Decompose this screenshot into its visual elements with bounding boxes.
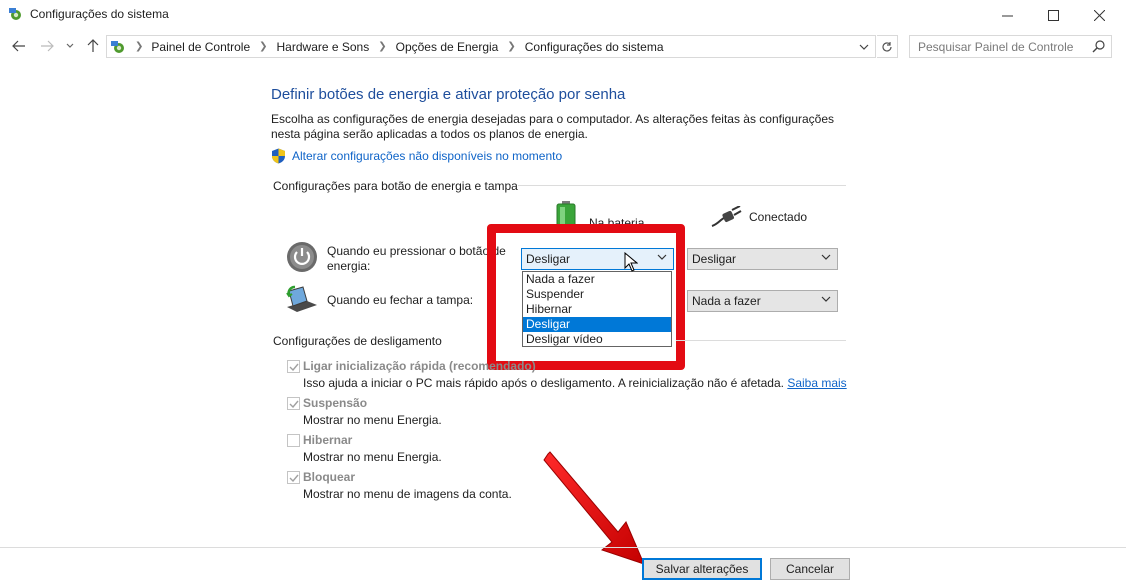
annotation-highlight-box xyxy=(487,224,685,370)
power-button-icon xyxy=(287,242,317,272)
hibernate-checkbox[interactable] xyxy=(287,434,300,447)
unavailable-settings-link-text[interactable]: Alterar configurações não disponíveis no… xyxy=(292,149,562,163)
back-arrow-icon xyxy=(12,40,25,52)
forward-button[interactable] xyxy=(38,37,56,55)
cancel-button[interactable]: Cancelar xyxy=(770,558,850,580)
control-panel-icon xyxy=(9,8,21,20)
control-panel-icon xyxy=(111,41,124,53)
power-button-plugged-select[interactable]: Desligar xyxy=(687,248,838,270)
lid-close-plugged-select[interactable]: Nada a fazer xyxy=(687,290,838,312)
page-description: Escolha as configurações de energia dese… xyxy=(271,112,835,141)
back-button[interactable] xyxy=(10,37,28,55)
unavailable-settings-link[interactable]: Alterar configurações não disponíveis no… xyxy=(271,148,562,164)
minimize-button[interactable] xyxy=(984,0,1030,30)
chevron-right-icon[interactable]: ❯ xyxy=(135,41,143,52)
breadcrumb: ❯ Painel de Controle ❯ Hardware e Sons ❯… xyxy=(133,36,664,57)
fast-startup-description: Isso ajuda a iniciar o PC mais rápido ap… xyxy=(303,376,847,390)
sleep-checkbox[interactable] xyxy=(287,397,300,410)
minimize-icon xyxy=(1001,15,1013,16)
maximize-button[interactable] xyxy=(1030,0,1076,30)
power-plug-icon xyxy=(711,206,742,227)
close-icon xyxy=(1093,9,1105,21)
window-title: Configurações do sistema xyxy=(30,7,169,21)
hibernate-description: Mostrar no menu Energia. xyxy=(303,450,442,464)
divider xyxy=(676,340,846,341)
breadcrumb-item[interactable]: Opções de Energia xyxy=(396,40,499,54)
up-button[interactable] xyxy=(84,37,102,55)
checkmark-icon xyxy=(289,400,299,408)
chevron-down-icon xyxy=(821,296,831,302)
plugged-column-label: Conectado xyxy=(749,210,808,224)
chevron-right-icon[interactable]: ❯ xyxy=(259,41,267,52)
recent-locations-button[interactable] xyxy=(63,37,77,55)
lock-checkbox[interactable] xyxy=(287,471,300,484)
forward-arrow-icon xyxy=(41,40,54,52)
select-value: Nada a fazer xyxy=(692,294,761,308)
up-arrow-icon xyxy=(87,39,99,52)
lid-close-label: Quando eu fechar a tampa: xyxy=(327,293,474,307)
fast-startup-description-text: Isso ajuda a iniciar o PC mais rápido ap… xyxy=(303,376,784,390)
close-button[interactable] xyxy=(1076,0,1122,30)
hibernate-label: Hibernar xyxy=(303,433,353,447)
refresh-button[interactable] xyxy=(877,35,898,58)
divider xyxy=(518,185,846,186)
fast-startup-label: Ligar inicialização rápida (recomendado) xyxy=(303,359,536,373)
shutdown-group-label: Configurações de desligamento xyxy=(273,334,442,348)
uac-shield-icon xyxy=(272,148,285,164)
annotation-arrow-icon xyxy=(543,451,645,565)
title-bar: Configurações do sistema xyxy=(0,0,1126,30)
navigation-bar: ❯ Painel de Controle ❯ Hardware e Sons ❯… xyxy=(0,33,1126,59)
lock-label: Bloquear xyxy=(303,470,356,484)
refresh-icon xyxy=(882,41,892,52)
address-dropdown-button[interactable] xyxy=(855,36,873,57)
breadcrumb-item[interactable]: Painel de Controle xyxy=(151,40,250,54)
chevron-down-icon xyxy=(859,44,869,50)
chevron-right-icon[interactable]: ❯ xyxy=(378,41,386,52)
select-value: Desligar xyxy=(692,252,737,266)
fast-startup-checkbox[interactable] xyxy=(287,360,300,373)
checkmark-icon xyxy=(289,363,299,371)
power-group-label: Configurações para botão de energia e ta… xyxy=(273,179,518,193)
mouse-cursor-icon xyxy=(624,252,638,272)
breadcrumb-item[interactable]: Configurações do sistema xyxy=(525,40,664,54)
footer-divider xyxy=(0,547,1126,548)
plugged-column-header: Conectado xyxy=(710,206,807,228)
search-placeholder[interactable]: Pesquisar Painel de Controle xyxy=(918,40,1073,54)
power-button-label: Quando eu pressionar o botão de energia: xyxy=(327,244,506,273)
chevron-down-icon xyxy=(821,254,831,260)
checkmark-icon xyxy=(289,474,299,482)
search-box[interactable]: Pesquisar Painel de Controle xyxy=(909,35,1112,58)
page-title: Definir botões de energia e ativar prote… xyxy=(271,86,626,103)
chevron-down-icon xyxy=(66,43,74,48)
sleep-label: Suspensão xyxy=(303,396,368,410)
search-icon[interactable] xyxy=(1092,39,1106,53)
sleep-description: Mostrar no menu Energia. xyxy=(303,413,442,427)
laptop-lid-icon xyxy=(286,285,317,312)
learn-more-link[interactable]: Saiba mais xyxy=(787,376,846,390)
maximize-icon xyxy=(1047,9,1059,21)
lock-description: Mostrar no menu de imagens da conta. xyxy=(303,487,512,501)
chevron-right-icon[interactable]: ❯ xyxy=(507,41,515,52)
save-changes-button[interactable]: Salvar alterações xyxy=(642,558,762,580)
address-bar[interactable]: ❯ Painel de Controle ❯ Hardware e Sons ❯… xyxy=(106,35,876,58)
breadcrumb-item[interactable]: Hardware e Sons xyxy=(277,40,370,54)
